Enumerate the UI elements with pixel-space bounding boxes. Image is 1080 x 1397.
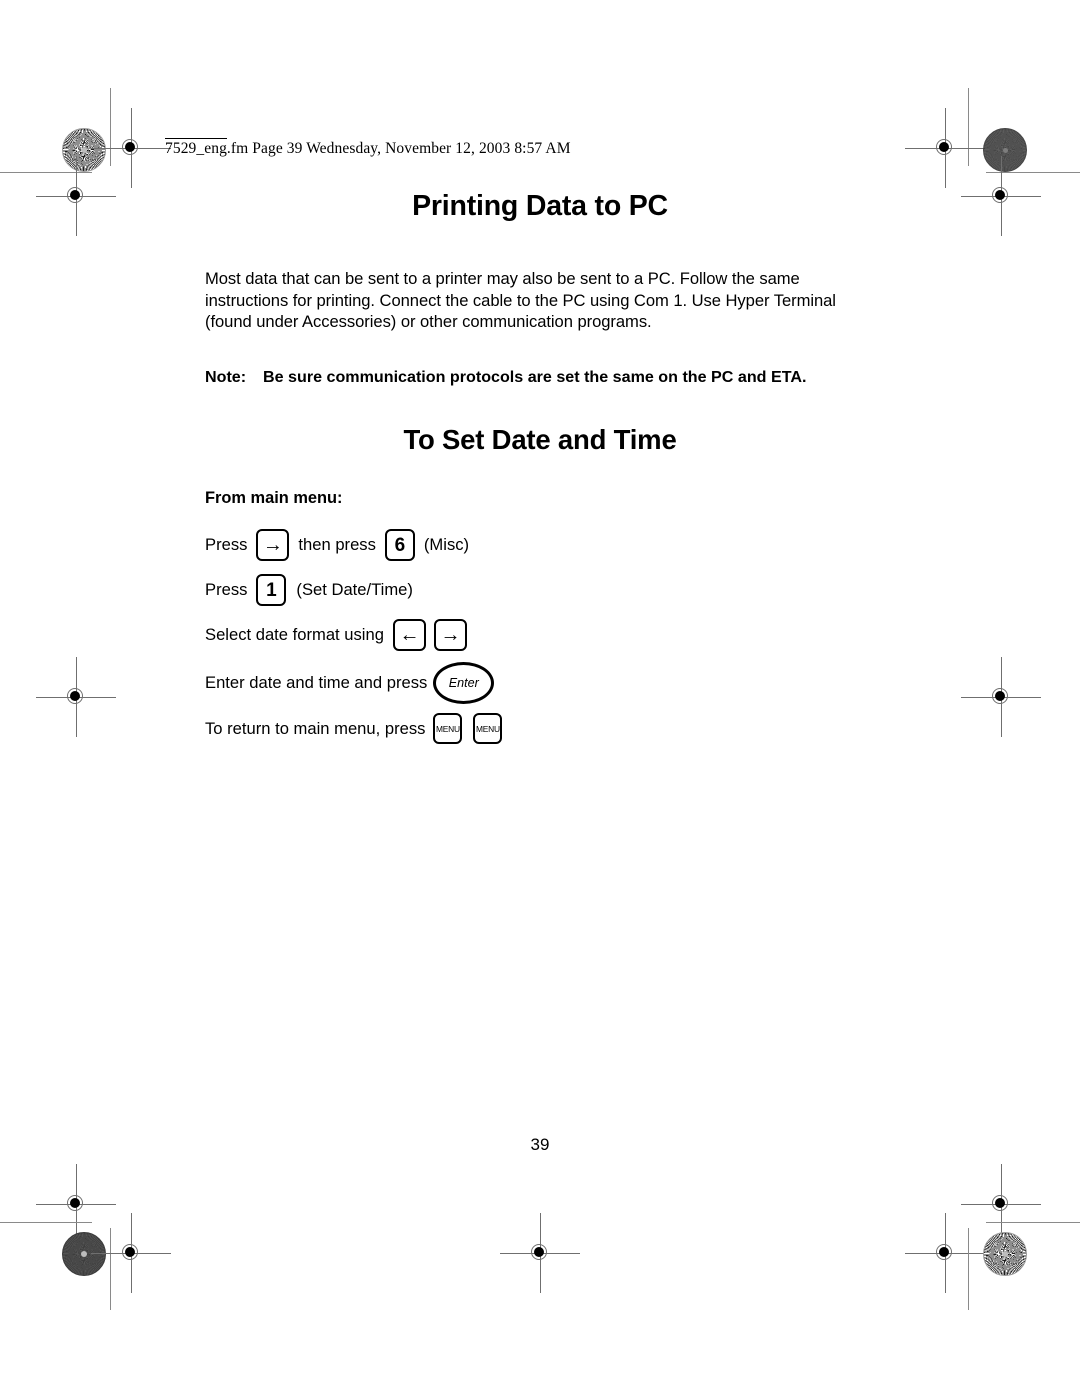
step-3-pre-text: Select date format using [205, 625, 384, 645]
right-arrow-key-icon[interactable]: → [256, 529, 290, 562]
step-row: To return to main menu, press MENU MENU [205, 713, 875, 745]
page-title: Printing Data to PC [412, 190, 668, 222]
registration-mark-left-lower [36, 1164, 116, 1244]
registration-mark-right-upper [961, 156, 1041, 236]
step-row: Press 1 (Set Date/Time) [205, 574, 875, 607]
step-2-pre-text: Press [205, 580, 248, 600]
registration-starburst-bottom-right [983, 1232, 1027, 1276]
trim-rule-left-lower-horizontal [0, 1222, 92, 1223]
menu-key-icon[interactable]: MENU [473, 713, 503, 745]
registration-mark-left-upper [36, 156, 116, 236]
registration-mark-bottom-center [500, 1213, 580, 1293]
trim-rule-right-lower-horizontal [986, 1222, 1080, 1223]
numeric-key-1-icon[interactable]: 1 [256, 574, 287, 607]
density-patch-top-right [983, 128, 1027, 172]
trim-rule-top-right-vertical [968, 88, 969, 166]
trim-rule-top-left-vertical [110, 88, 111, 166]
note-label: Note: [205, 367, 247, 386]
step-1-pre-text: Press [205, 535, 248, 555]
right-arrow-key-icon[interactable]: → [433, 619, 467, 652]
registration-mark-top-left [91, 108, 171, 188]
trim-rule-bottom-left-vertical [110, 1228, 111, 1310]
registration-mark-right-lower [961, 1164, 1041, 1244]
enter-key-icon[interactable]: Enter [433, 662, 495, 705]
menu-key-icon[interactable]: MENU [433, 713, 463, 745]
running-head-rule [165, 138, 227, 139]
step-1-mid-text: then press [298, 535, 376, 555]
registration-starburst-bottom-left [62, 1232, 106, 1276]
registration-starburst-top-left [62, 128, 106, 172]
step-row: Enter date and time and press Enter [205, 662, 875, 705]
document-page: 7529_eng.fm Page 39 Wednesday, November … [0, 0, 1080, 1397]
step-2-post-text: (Set Date/Time) [296, 580, 413, 600]
registration-mark-top-right [905, 108, 985, 188]
step-4-pre-text: Enter date and time and press [205, 673, 428, 693]
note-text: Be sure communication protocols are set … [263, 367, 807, 386]
registration-mark-bottom-left [91, 1213, 171, 1293]
registration-mark-left-middle [36, 657, 116, 737]
step-row: Press → then press 6 (Misc) [205, 529, 875, 562]
left-arrow-key-icon[interactable]: ← [392, 619, 426, 652]
intro-paragraph: Most data that can be sent to a printer … [205, 269, 836, 332]
numeric-key-6-icon[interactable]: 6 [384, 529, 415, 562]
running-head: 7529_eng.fm Page 39 Wednesday, November … [165, 140, 571, 157]
trim-rule-left-upper-horizontal [0, 172, 92, 173]
step-5-pre-text: To return to main menu, press [205, 718, 426, 738]
page-number: 39 [530, 1135, 550, 1154]
step-row: Select date format using ← → [205, 619, 875, 652]
section-title: To Set Date and Time [403, 424, 677, 456]
section-lead-in: From main menu: [205, 489, 343, 508]
registration-mark-bottom-right [905, 1213, 985, 1293]
registration-mark-right-middle [961, 657, 1041, 737]
note-block: Note: Be sure communication protocols ar… [205, 367, 875, 389]
content-column: Printing Data to PC Most data that can b… [205, 190, 875, 745]
step-1-post-text: (Misc) [423, 535, 470, 555]
trim-rule-bottom-right-vertical [968, 1228, 969, 1310]
